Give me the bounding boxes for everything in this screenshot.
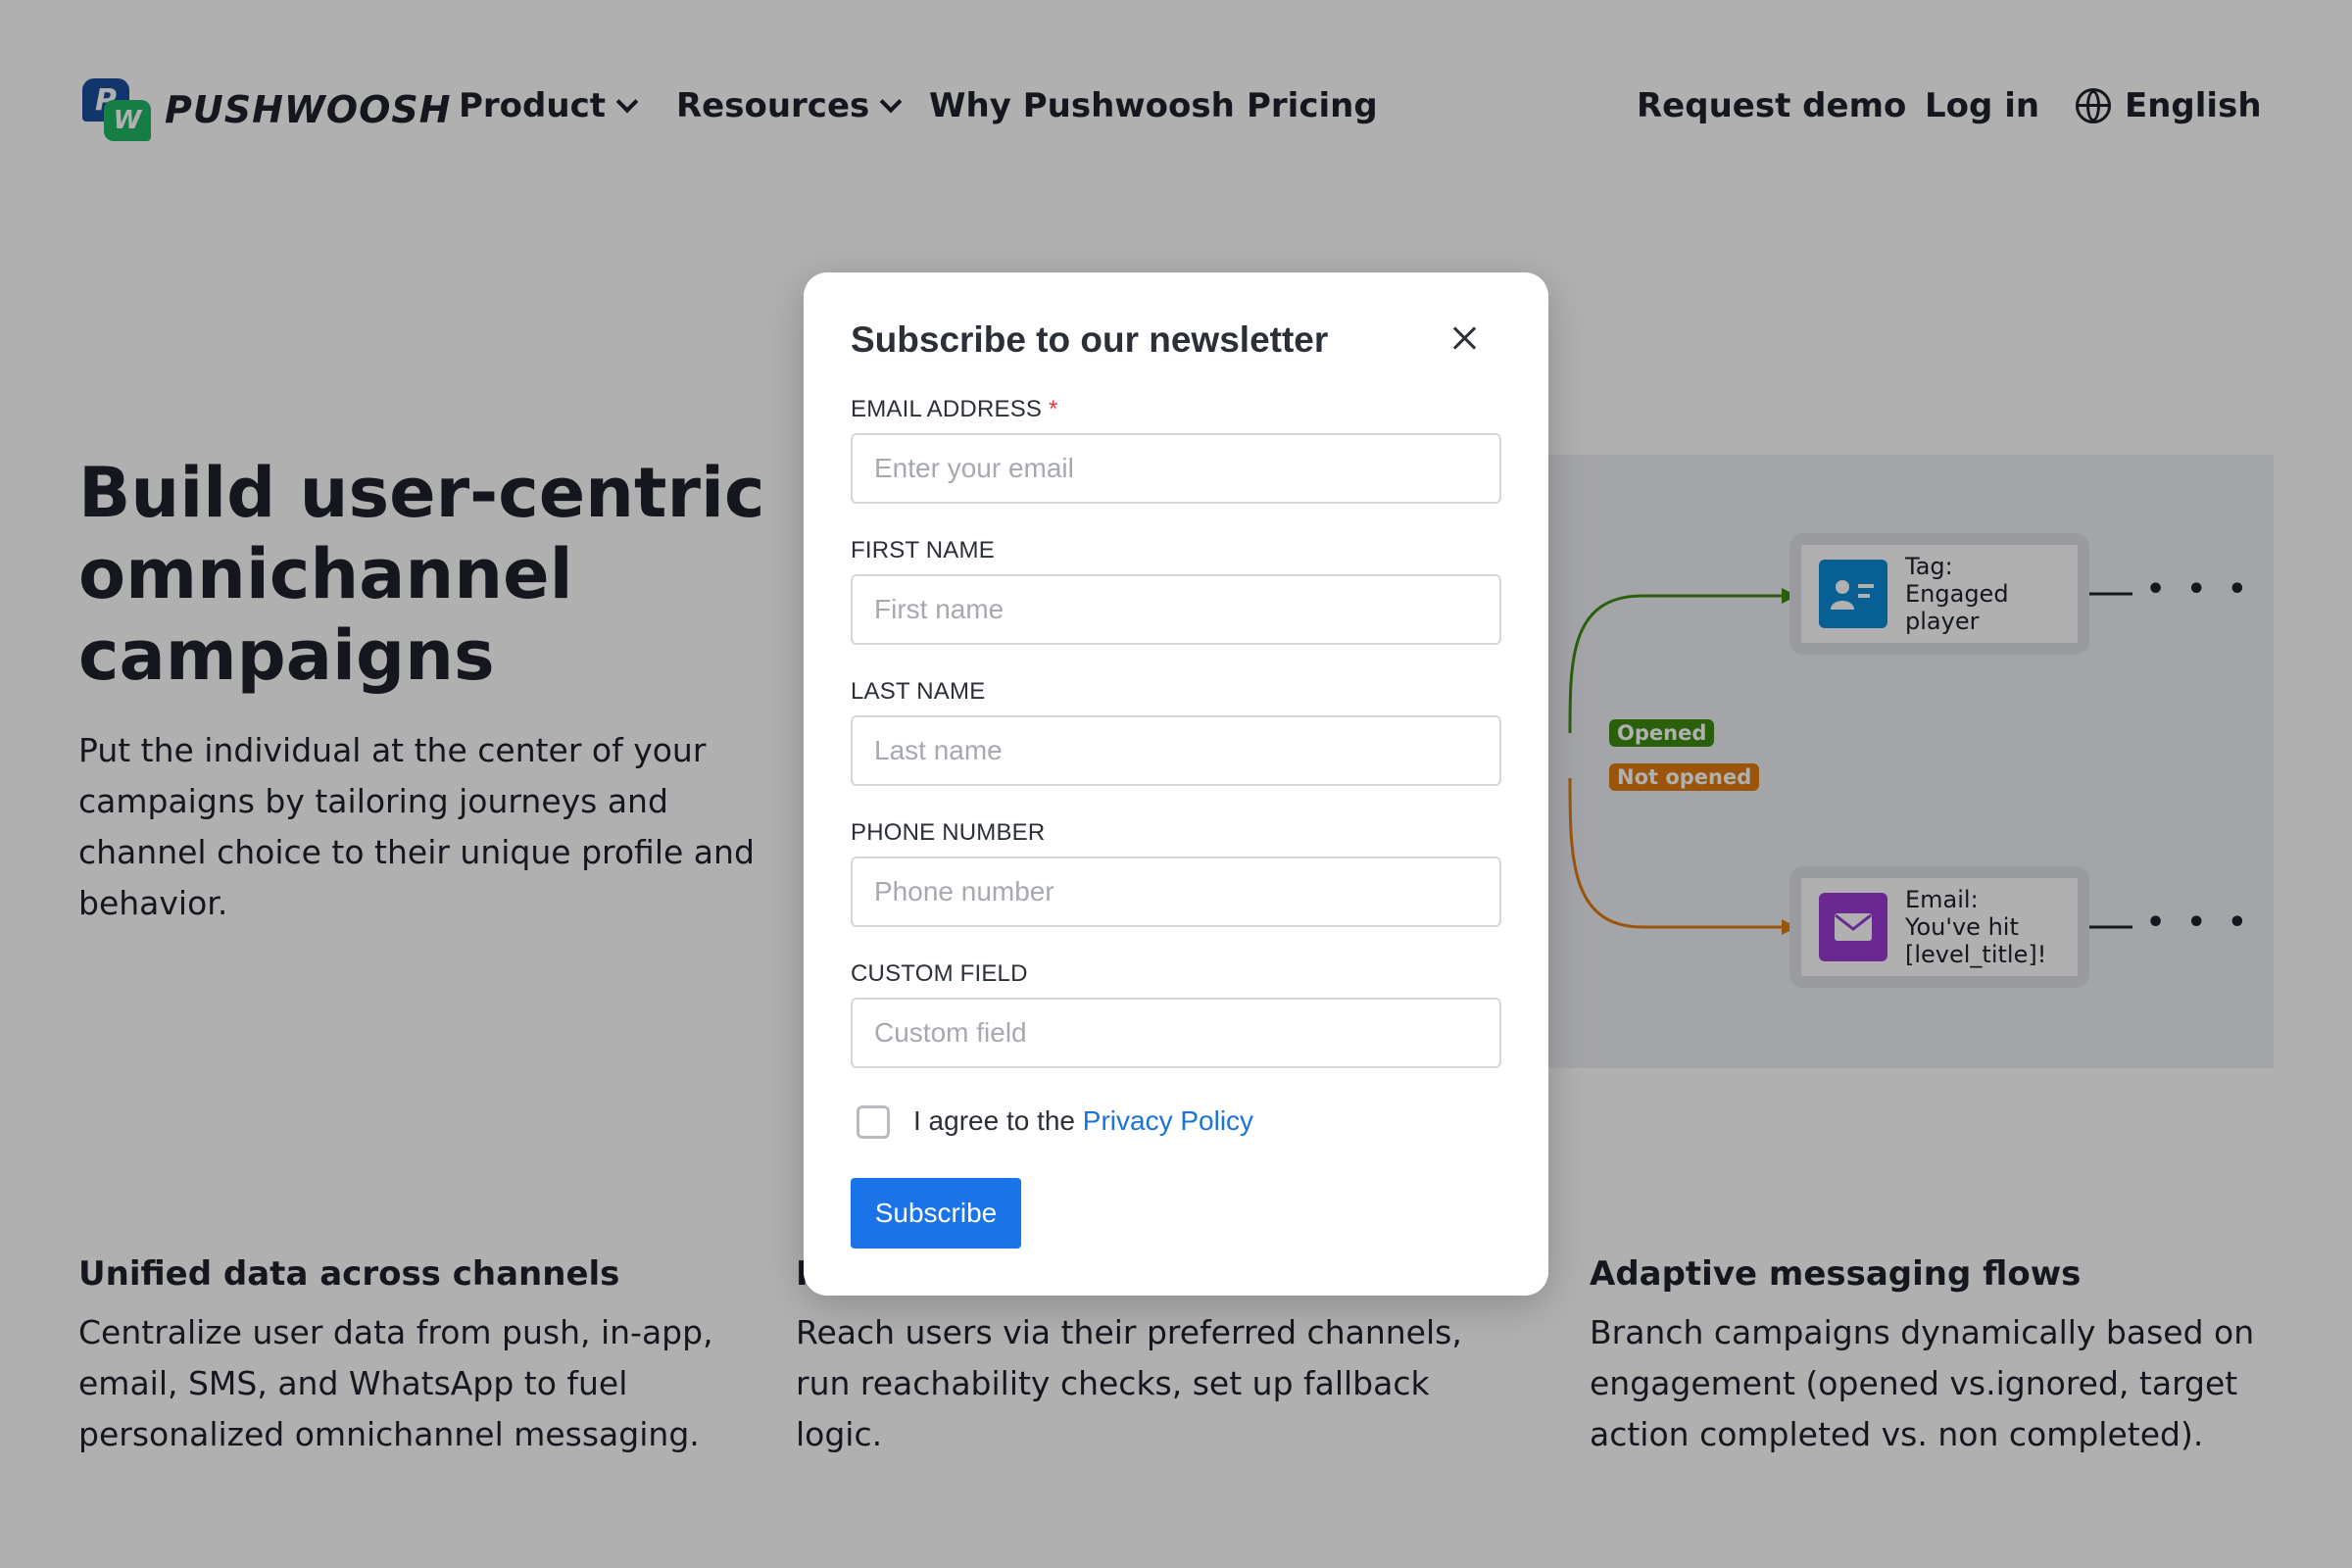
- agree-label: I agree to the: [913, 1105, 1083, 1136]
- first-name-input[interactable]: [851, 574, 1501, 645]
- custom-field-input[interactable]: [851, 998, 1501, 1068]
- subscribe-button[interactable]: Subscribe: [851, 1178, 1021, 1249]
- email-input[interactable]: [851, 433, 1501, 504]
- privacy-agree-text: I agree to the Privacy Policy: [913, 1105, 1253, 1137]
- privacy-checkbox[interactable]: [857, 1105, 890, 1139]
- first-name-label: FIRST NAME: [851, 537, 995, 564]
- phone-input[interactable]: [851, 857, 1501, 927]
- custom-field-label: CUSTOM FIELD: [851, 960, 1028, 987]
- modal-title: Subscribe to our newsletter: [851, 319, 1329, 360]
- newsletter-modal: Subscribe to our newsletter EMAIL ADDRES…: [804, 272, 1548, 1296]
- email-label-text: EMAIL ADDRESS: [851, 396, 1043, 422]
- phone-label: PHONE NUMBER: [851, 819, 1046, 846]
- close-icon[interactable]: [1443, 316, 1486, 359]
- privacy-policy-link[interactable]: Privacy Policy: [1083, 1105, 1253, 1136]
- last-name-label: LAST NAME: [851, 678, 986, 705]
- required-mark: *: [1048, 396, 1058, 422]
- last-name-input[interactable]: [851, 715, 1501, 786]
- email-label: EMAIL ADDRESS *: [851, 396, 1058, 423]
